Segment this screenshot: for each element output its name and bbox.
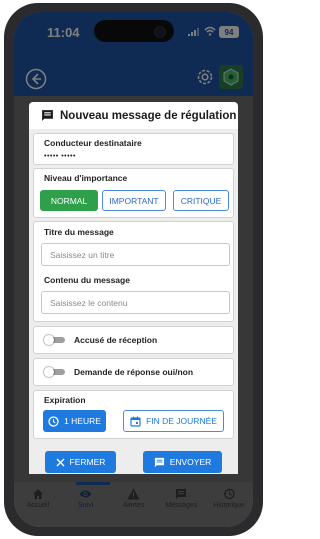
screen: 11:04 94 xyxy=(14,12,253,527)
driver-card: Conducteur destinataire ••••• ••••• xyxy=(33,133,234,165)
message-icon xyxy=(154,457,164,467)
importance-critique-button[interactable]: CRITIQUE xyxy=(173,190,229,211)
clock-icon xyxy=(48,415,59,427)
driver-value: ••••• ••••• xyxy=(44,153,76,160)
content-field-label: Contenu du message xyxy=(44,275,130,285)
receipt-toggle-label: Accusé de réception xyxy=(74,335,158,345)
importance-important-button[interactable]: IMPORTANT xyxy=(102,190,166,211)
yesno-toggle-card: Demande de réponse oui/non xyxy=(33,358,234,386)
calendar-icon xyxy=(130,416,141,427)
title-input[interactable]: Saisissez un titre xyxy=(41,243,230,266)
close-icon xyxy=(56,458,65,466)
yesno-toggle[interactable] xyxy=(44,367,66,377)
receipt-toggle[interactable] xyxy=(44,335,66,345)
dialog-header: Nouveau message de régulation xyxy=(29,102,238,129)
expiration-end-of-day-label: FIN DE JOURNÉE xyxy=(146,416,217,426)
dialog-body: Conducteur destinataire ••••• ••••• Nive… xyxy=(29,129,238,474)
importance-card: Niveau d'importance NORMAL IMPORTANT CRI… xyxy=(33,168,234,218)
expiration-1h-button[interactable]: 1 HEURE xyxy=(43,410,106,432)
receipt-toggle-card: Accusé de réception xyxy=(33,326,234,354)
yesno-toggle-label: Demande de réponse oui/non xyxy=(74,367,194,377)
send-button[interactable]: ENVOYER xyxy=(143,451,222,473)
driver-label: Conducteur destinataire xyxy=(44,138,142,148)
send-button-label: ENVOYER xyxy=(169,457,212,467)
expiration-end-of-day-button[interactable]: FIN DE JOURNÉE xyxy=(123,410,224,432)
close-button-label: FERMER xyxy=(69,457,106,467)
expiration-1h-label: 1 HEURE xyxy=(64,416,101,426)
importance-normal-button[interactable]: NORMAL xyxy=(40,190,98,211)
new-regulation-message-dialog: Nouveau message de régulation Conducteur… xyxy=(29,102,238,474)
title-field-label: Titre du message xyxy=(44,227,114,237)
message-icon xyxy=(42,110,53,121)
message-fields-card: Titre du message Saisissez un titre Cont… xyxy=(33,221,234,322)
expiration-label: Expiration xyxy=(44,395,86,405)
close-button[interactable]: FERMER xyxy=(45,451,116,473)
importance-label: Niveau d'importance xyxy=(44,173,128,183)
dialog-title: Nouveau message de régulation xyxy=(60,109,237,122)
phone-frame: 11:04 94 xyxy=(4,3,263,536)
expiration-card: Expiration 1 HEURE FIN DE JOURNÉE xyxy=(33,390,234,439)
content-input[interactable]: Saisissez le contenu xyxy=(41,291,230,314)
